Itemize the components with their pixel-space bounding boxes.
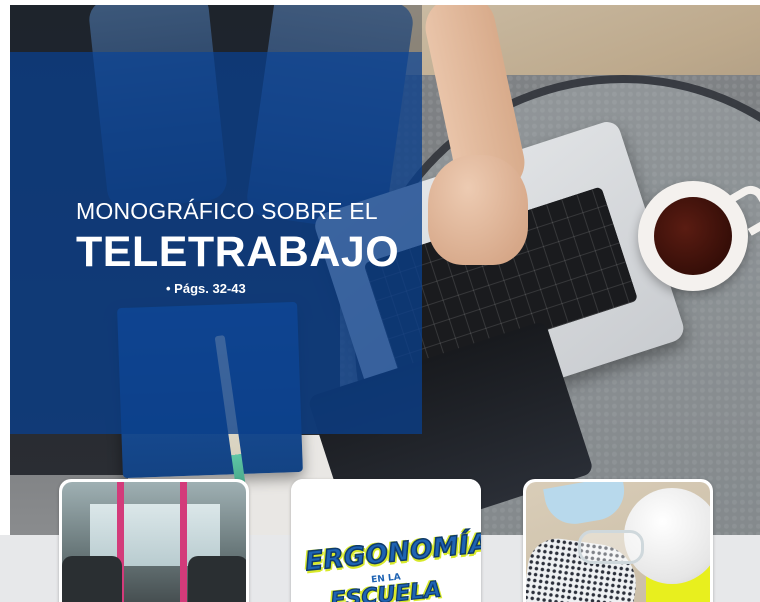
bus-interior-image xyxy=(62,482,246,602)
page: MONOGRÁFICO SOBRE EL TELETRABAJO • Págs.… xyxy=(0,0,760,602)
hand-shape xyxy=(428,155,528,265)
safety-gear-image xyxy=(526,482,710,602)
ergonomia-logo: ERGONOMÍA EN LA ESCUELA xyxy=(291,479,481,602)
hero-title[interactable]: TELETRABAJO xyxy=(76,228,399,277)
hero-eyebrow: MONOGRÁFICO SOBRE EL xyxy=(76,198,378,224)
hero-pages: • Págs. 32-43 xyxy=(166,281,246,296)
face-mask-shape xyxy=(543,482,629,529)
safety-goggles-shape xyxy=(578,530,644,564)
bus-seat xyxy=(188,556,246,602)
article-card-bus[interactable] xyxy=(59,479,249,602)
coffee-mug xyxy=(638,180,760,291)
coffee xyxy=(654,197,732,275)
bus-pole xyxy=(180,482,187,602)
bus-seat xyxy=(62,556,122,602)
article-card-safety-gear[interactable] xyxy=(523,479,713,602)
top-shade xyxy=(10,5,422,52)
article-card-ergonomia[interactable]: ERGONOMÍA EN LA ESCUELA xyxy=(291,479,481,602)
